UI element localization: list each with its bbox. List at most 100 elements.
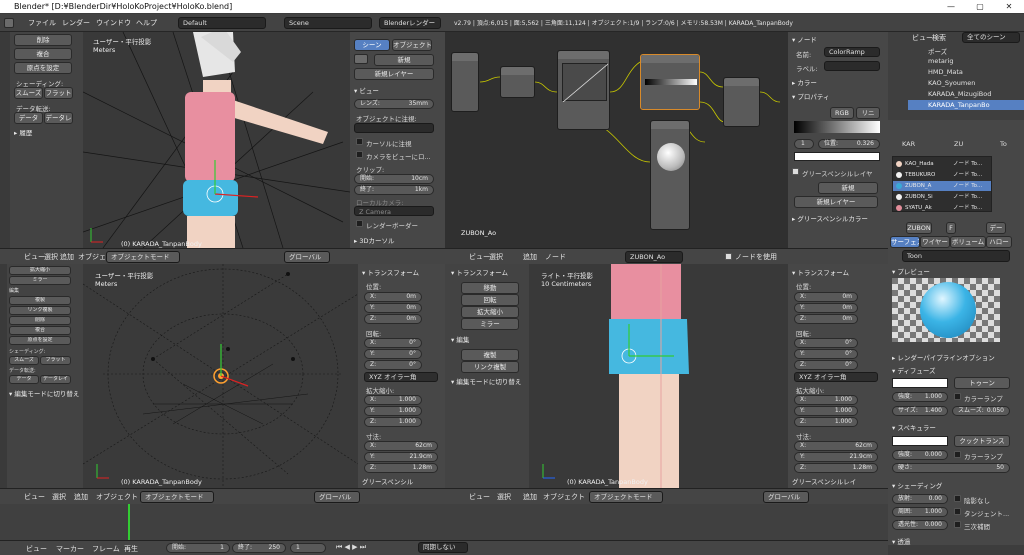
br-gp-section[interactable]: グリースペンシルレイ [792,476,856,486]
start-frame-field[interactable]: 開始: 1 [166,543,230,553]
editor-type-icon[interactable] [4,18,14,28]
specular-shader-dropdown[interactable]: クックトランス [954,435,1010,447]
translucency-field[interactable]: 透光性: 0.000 [892,520,948,530]
vp-bl-menu-select[interactable]: 選択 [52,492,66,502]
diffuse-shader-dropdown[interactable]: トゥーン [954,377,1010,389]
timeline-menu-frame[interactable]: フレーム [92,544,120,554]
material-name-field[interactable]: ZUBON [906,222,932,234]
gp-colors-section[interactable]: ▸ グリースペンシルカラー [792,213,868,223]
br-duplicate-button[interactable]: 複製 [461,349,519,361]
tangent-checkbox[interactable] [954,508,961,515]
br-link-duplicate-button[interactable]: リンク複製 [461,361,519,373]
vp-br-orientation[interactable]: グローバル [763,491,809,503]
render-pipeline-section[interactable]: ▸ レンダーパイプラインオプション [892,352,995,362]
br-scale-y[interactable]: Y: 1.000 [794,406,858,416]
br-n-transform-section[interactable]: ▾ トランスフォーム [792,267,849,277]
menu-window[interactable]: ウインドウ [96,18,131,28]
cubic-checkbox[interactable] [954,521,961,528]
node-input[interactable] [451,52,479,112]
preview-section[interactable]: ▾ プレビュー [892,266,930,276]
br-transform-section[interactable]: ▾ トランスフォーム [451,267,508,277]
current-frame-field[interactable]: 1 [290,543,326,553]
sync-mode-dropdown[interactable]: 同期しない [418,542,468,553]
br-dim-z[interactable]: Z: 1.28m [794,463,878,473]
bl-gp-section[interactable]: グリースペンシル [362,476,413,486]
vp-br-menu-view[interactable]: ビュー [469,492,490,502]
node-gp-new-button[interactable]: 新規 [818,182,878,194]
bl-rot-y[interactable]: Y: 0° [364,349,422,359]
timeline-menu-marker[interactable]: マーカー [56,544,84,554]
ramp-position-field[interactable]: 位置: 0.326 [818,139,880,149]
toon-smooth-field[interactable]: スムーズ: 0.050 [952,406,1010,416]
delete-button[interactable]: 削除 [14,34,72,46]
bl-flat-button[interactable]: フラット [40,356,71,365]
cursor-3d-section[interactable]: ▸ 3Dカーソル [354,235,394,245]
bl-rotation-mode[interactable]: XYZ オイラー角 [364,372,438,382]
bl-link-duplicate-button[interactable]: リンク複製 [9,306,71,315]
view-section[interactable]: ▾ ビュー [354,85,379,95]
close-button[interactable]: ✕ [999,0,1019,13]
material-slot[interactable]: SYATU_Ak ノード To... [893,203,991,213]
color-ramp-gradient[interactable] [794,121,880,133]
vp-top-menu-select[interactable]: 選択 [44,252,58,262]
tab-halo[interactable]: ハロー [986,236,1012,248]
data-link-button[interactable]: デー [986,222,1006,234]
node-curve[interactable] [557,50,610,130]
viewport-top[interactable]: ユーザー・平行投影 Meters (0) KARADA_TanpanBody [83,32,350,248]
gp-new-button[interactable]: 新規 [374,54,434,66]
outliner-item[interactable]: ポーズ [928,46,947,56]
outliner-item-selected[interactable]: KARADA_TanpanBo [928,101,990,109]
outliner-item[interactable]: metarig [928,57,953,65]
bl-rot-z[interactable]: Z: 0° [364,360,422,370]
material-slot-list[interactable]: KAO_Hada ノード To... TEBUKURO ノード To... ZUBON_… [892,156,992,212]
hardness-field[interactable]: 硬さ: 50 [892,463,1010,473]
color-mode-dropdown[interactable]: RGB [830,107,854,119]
vp-br-mode[interactable]: オブジェクトモード [589,491,663,503]
bl-rot-x[interactable]: X: 0° [364,338,422,348]
timeline-menu-playback[interactable]: 再生 [124,544,138,554]
data-layout-button[interactable]: データレ [44,112,73,124]
shade-smooth-button[interactable]: スムーズ [14,87,43,99]
node-section[interactable]: ▾ ノード [792,34,817,44]
node-output[interactable] [723,77,760,127]
bl-mode-switch[interactable]: ▾ 編集モードに切り替え [9,388,79,398]
shading-section[interactable]: ▾ シェーディング [892,480,942,490]
br-loc-z[interactable]: Z: 0m [794,314,858,324]
br-rot-z[interactable]: Z: 0° [794,360,858,370]
bl-scale-y[interactable]: Y: 1.000 [364,406,422,416]
specular-ramp-checkbox[interactable] [954,451,961,458]
shade-flat-button[interactable]: フラット [44,87,73,99]
shadeless-checkbox[interactable] [954,495,961,502]
layout-selector[interactable]: Default [178,17,266,29]
render-engine-selector[interactable]: Blenderレンダー [379,17,441,29]
vp-br-menu-add[interactable]: 追加 [523,492,537,502]
render-border-checkbox[interactable] [356,220,363,227]
material-slot[interactable]: KAO_Hada ノード To... [893,159,991,169]
bl-dim-x[interactable]: X: 62cm [364,441,438,451]
local-camera-field[interactable]: Z Camera [354,206,434,216]
ramp-color-swatch[interactable] [794,152,880,161]
node-material-field[interactable]: ZUBON_Ao [625,251,683,263]
playback-controls[interactable]: ⏮ ◀ ▶ ⏭ [336,543,366,552]
outliner-filter[interactable]: 全てのシーン [962,32,1020,43]
lens-field[interactable]: レンズ: 35mm [354,99,434,109]
end-frame-field[interactable]: 終了: 250 [232,543,286,553]
outliner-menu-search[interactable]: 検索 [932,33,946,43]
minimize-button[interactable]: — [941,0,961,13]
bl-transform-section[interactable]: ▾ トランスフォーム [362,267,419,277]
bl-loc-y[interactable]: Y: 0m [364,303,422,313]
color-section[interactable]: ▸ カラー [792,77,817,87]
lock-cursor-checkbox[interactable] [356,138,363,145]
bl-scale-button[interactable]: 拡大縮小 [9,266,71,275]
vp-br-menu-select[interactable]: 選択 [497,492,511,502]
toon-field[interactable]: Toon [902,250,1010,262]
menu-file[interactable]: ファイル [28,18,56,28]
br-mode-switch[interactable]: ▾ 編集モードに切り替え [451,376,521,386]
outliner-item[interactable]: KARADA_MizugiBod [928,90,991,98]
node-label-field[interactable] [824,61,880,71]
bl-smooth-button[interactable]: スムーズ [9,356,39,365]
scene-selector[interactable]: Scene [284,17,372,29]
node-colorramp[interactable] [640,54,700,110]
bl-scale-z[interactable]: Z: 1.000 [364,417,422,427]
outliner-item[interactable]: HMD_Mata [928,68,963,76]
